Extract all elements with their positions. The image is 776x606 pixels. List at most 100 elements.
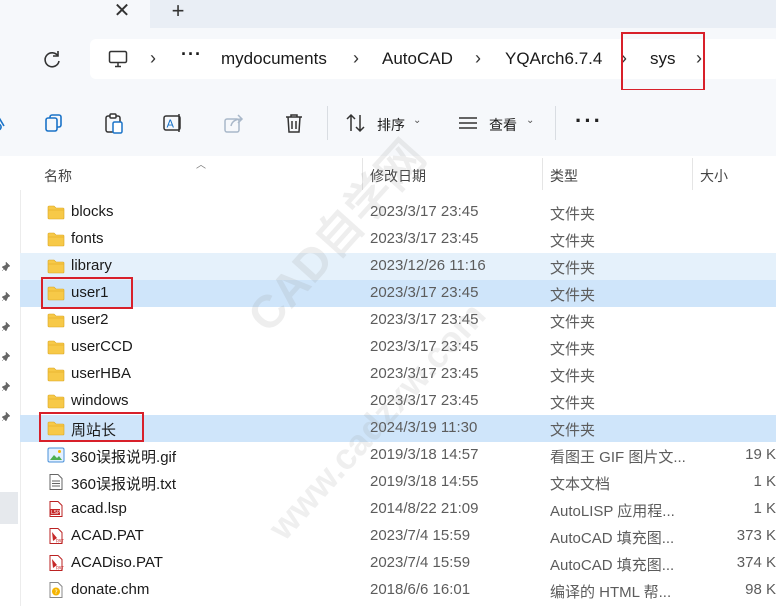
file-size: 373 K — [736, 527, 776, 544]
file-row[interactable]: library 2023/12/26 11:16 文件夹 — [20, 253, 776, 280]
file-name[interactable]: windows — [71, 392, 129, 409]
file-type: AutoCAD 填充图... — [550, 530, 675, 547]
folder-icon — [47, 231, 65, 247]
file-type: 文件夹 — [550, 422, 596, 439]
file-name[interactable]: fonts — [71, 230, 104, 247]
svg-text:PAT: PAT — [56, 566, 64, 572]
file-name[interactable]: blocks — [71, 203, 114, 220]
sort-icon[interactable] — [345, 112, 367, 134]
pin-icon[interactable] — [0, 381, 12, 393]
file-date: 2023/3/17 23:45 — [370, 203, 479, 220]
file-type: 文件夹 — [550, 368, 596, 385]
highlight-box-sys — [621, 32, 705, 91]
file-name[interactable]: userHBA — [71, 365, 131, 382]
column-date[interactable]: 修改日期 — [370, 166, 426, 186]
new-tab-icon[interactable]: + — [168, 0, 188, 22]
file-size: 19 K — [745, 446, 776, 463]
nav-selected-item[interactable] — [0, 492, 18, 524]
breadcrumb-overflow-button[interactable]: ··· — [181, 44, 202, 65]
file-name[interactable]: ACAD.PAT — [71, 527, 144, 544]
file-date: 2023/12/26 11:16 — [370, 257, 486, 274]
sort-chevron-icon[interactable]: ⌄ — [413, 115, 421, 126]
active-tab[interactable]: ✕ — [0, 0, 150, 28]
close-tab-icon[interactable]: ✕ — [112, 1, 132, 21]
column-size[interactable]: 大小 — [700, 166, 728, 186]
breadcrumb-autocad[interactable]: AutoCAD — [382, 49, 453, 69]
file-type: 文件夹 — [550, 395, 596, 412]
file-row[interactable]: fonts 2023/3/17 23:45 文件夹 — [20, 226, 776, 253]
sort-button[interactable]: 排序 — [377, 115, 405, 135]
folder-icon — [47, 339, 65, 355]
file-row[interactable]: windows 2023/3/17 23:45 文件夹 — [20, 388, 776, 415]
column-divider[interactable] — [692, 158, 693, 190]
pin-icon[interactable] — [0, 411, 12, 423]
file-type: 文本文档 — [550, 476, 611, 493]
share-icon[interactable] — [223, 112, 245, 134]
file-row[interactable]: LSP acad.lsp 2014/8/22 21:09 AutoLISP 应用程..… — [20, 496, 776, 523]
file-date: 2014/8/22 21:09 — [370, 500, 479, 517]
rename-icon[interactable]: A — [162, 112, 184, 134]
file-row[interactable]: PAT ACADiso.PAT 2023/7/4 15:59 AutoCAD 填充图.… — [20, 550, 776, 577]
breadcrumb-separator[interactable]: › — [353, 48, 359, 69]
pin-icon[interactable] — [0, 291, 12, 303]
file-row[interactable]: userCCD 2023/3/17 23:45 文件夹 — [20, 334, 776, 361]
highlight-box-user1 — [41, 277, 133, 309]
pat-file-icon: PAT — [47, 555, 65, 572]
file-type: AutoCAD 填充图... — [550, 557, 675, 574]
file-row[interactable]: userHBA 2023/3/17 23:45 文件夹 — [20, 361, 776, 388]
pin-icon[interactable] — [0, 261, 12, 273]
file-date: 2019/3/18 14:55 — [370, 473, 479, 490]
toolbar-divider — [327, 106, 328, 140]
file-row[interactable]: 360误报说明.gif 2019/3/18 14:57 看图王 GIF 图片文...… — [20, 442, 776, 469]
navigation-pane[interactable] — [0, 156, 21, 606]
file-name[interactable]: ACADiso.PAT — [71, 554, 163, 571]
breadcrumb-mydocuments[interactable]: mydocuments — [221, 49, 327, 69]
file-row[interactable]: PAT ACAD.PAT 2023/7/4 15:59 AutoCAD 填充图... 3… — [20, 523, 776, 550]
file-name[interactable]: acad.lsp — [71, 500, 127, 517]
file-type: 文件夹 — [550, 287, 596, 304]
pin-icon[interactable] — [0, 321, 12, 333]
this-pc-icon[interactable] — [108, 50, 128, 68]
more-options-button[interactable]: ··· — [575, 108, 603, 134]
column-name[interactable]: 名称 — [44, 166, 72, 186]
sort-ascending-icon: ︿ — [196, 160, 206, 171]
view-button[interactable]: 查看 — [489, 115, 517, 135]
column-divider[interactable] — [362, 158, 363, 190]
pat-file-icon: PAT — [47, 528, 65, 545]
pin-icon[interactable] — [0, 351, 12, 363]
cut-icon[interactable] — [0, 112, 12, 134]
file-name[interactable]: library — [71, 257, 112, 274]
paste-icon[interactable] — [103, 112, 125, 134]
column-type[interactable]: 类型 — [550, 166, 578, 186]
view-icon[interactable] — [457, 112, 479, 134]
file-name[interactable]: donate.chm — [71, 581, 149, 598]
file-row[interactable]: blocks 2023/3/17 23:45 文件夹 — [20, 199, 776, 226]
file-name[interactable]: 360误报说明.txt — [71, 473, 176, 494]
file-date: 2018/6/6 16:01 — [370, 581, 471, 598]
column-divider[interactable] — [542, 158, 543, 190]
delete-icon[interactable] — [283, 112, 305, 134]
file-name[interactable]: user2 — [71, 311, 109, 328]
file-date: 2023/3/17 23:45 — [370, 230, 479, 247]
file-size: 98 K — [745, 581, 776, 598]
file-date: 2023/3/17 23:45 — [370, 365, 479, 382]
tab-strip: ✕ + — [0, 0, 776, 28]
file-row[interactable]: 360误报说明.txt 2019/3/18 14:55 文本文档 1 K — [20, 469, 776, 496]
file-date: 2024/3/19 11:30 — [370, 419, 478, 436]
file-name[interactable]: userCCD — [71, 338, 133, 355]
file-date: 2023/7/4 15:59 — [370, 554, 471, 571]
file-date: 2023/3/17 23:45 — [370, 284, 479, 301]
refresh-icon[interactable] — [40, 48, 64, 72]
file-date: 2023/7/4 15:59 — [370, 527, 471, 544]
file-date: 2023/3/17 23:45 — [370, 338, 479, 355]
breadcrumb-separator[interactable]: › — [475, 48, 481, 69]
copy-icon[interactable] — [43, 112, 65, 134]
file-row[interactable]: ? donate.chm 2018/6/6 16:01 编译的 HTML 帮... 98… — [20, 577, 776, 604]
file-name[interactable]: 360误报说明.gif — [71, 446, 176, 467]
view-chevron-icon[interactable]: ⌄ — [526, 115, 534, 126]
svg-text:PAT: PAT — [56, 539, 64, 545]
breadcrumb-yqarch[interactable]: YQArch6.7.4 — [505, 49, 602, 69]
file-row[interactable]: user2 2023/3/17 23:45 文件夹 — [20, 307, 776, 334]
breadcrumb-separator[interactable]: › — [150, 48, 156, 69]
file-row[interactable]: user1 2023/3/17 23:45 文件夹 — [20, 280, 776, 307]
